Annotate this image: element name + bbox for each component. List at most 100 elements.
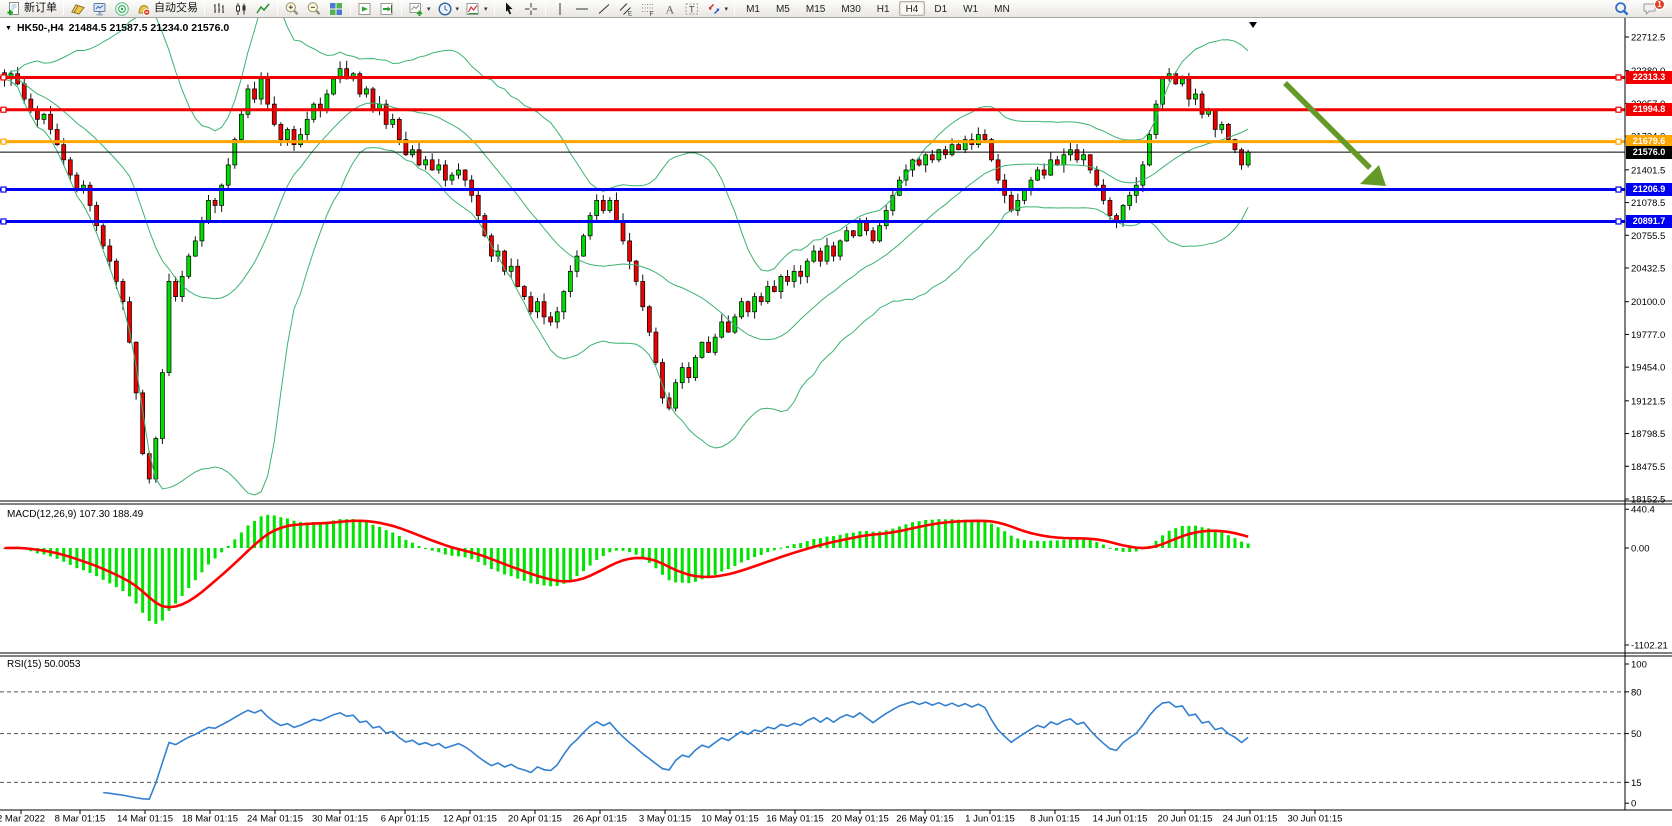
candlestick — [582, 236, 586, 256]
support-line-1-handle[interactable] — [1616, 187, 1621, 192]
crosshair-button[interactable] — [520, 0, 542, 17]
candlestick — [1193, 94, 1197, 99]
zoom-in-button[interactable] — [281, 0, 303, 17]
time-axis-label: 26 Apr 01:15 — [573, 814, 627, 825]
candlestick — [1101, 185, 1105, 200]
resistance-line-2-handle[interactable] — [1616, 107, 1621, 112]
chart-menu-icon[interactable]: ▼ — [5, 25, 12, 32]
zoom-out-button[interactable] — [303, 0, 325, 17]
trend-arrow[interactable] — [1285, 83, 1386, 186]
candlestick-chart-button[interactable] — [230, 0, 252, 17]
candlestick — [1180, 79, 1184, 84]
candlestick — [253, 89, 257, 99]
candlestick — [200, 221, 204, 241]
candlestick — [476, 195, 480, 215]
timeframe-m1[interactable]: M1 — [739, 1, 767, 16]
candlestick — [799, 271, 803, 276]
candlestick — [628, 241, 632, 261]
bar-chart-button[interactable] — [208, 0, 230, 17]
resistance-line-1-handle[interactable] — [1, 75, 6, 80]
time-axis-label: 20 Jun 01:15 — [1158, 814, 1213, 825]
resistance-line-2-label: 21994.8 — [1626, 103, 1672, 116]
chart-window-button[interactable] — [67, 0, 89, 17]
tile-windows-button[interactable] — [325, 0, 347, 17]
candlestick — [779, 276, 783, 291]
auto-scroll-icon — [357, 1, 373, 17]
time-axis-label: 16 May 01:15 — [766, 814, 824, 825]
support-line-2-handle[interactable] — [1616, 219, 1621, 224]
timeframe-d1[interactable]: D1 — [927, 1, 954, 16]
indicators-button[interactable]: ▾ — [462, 0, 491, 17]
pivot-line-handle[interactable] — [1, 139, 6, 144]
axis-tick-label: 21078.5 — [1631, 198, 1665, 209]
auto-scroll-button[interactable] — [354, 0, 376, 17]
candlestick — [68, 160, 72, 175]
candlestick — [832, 246, 836, 256]
arrows-icon — [706, 1, 722, 17]
pivot-line-handle[interactable] — [1616, 139, 1621, 144]
new-order-button[interactable]: 新订单 — [3, 0, 60, 17]
signals-button[interactable] — [111, 0, 133, 17]
time-axis-label: 24 Jun 01:15 — [1223, 814, 1278, 825]
horizontal-line-button[interactable] — [571, 0, 593, 17]
profiles-button[interactable]: ▾ — [434, 0, 463, 17]
candlestick — [332, 79, 336, 94]
chart-shift-button[interactable] — [376, 0, 398, 17]
new-chart-button[interactable]: ▾ — [405, 0, 434, 17]
label-button[interactable]: T — [681, 0, 703, 17]
timeframe-w1[interactable]: W1 — [956, 1, 985, 16]
time-axis-label: 14 Mar 01:15 — [117, 814, 173, 825]
time-axis[interactable]: 2 Mar 20228 Mar 01:1514 Mar 01:1518 Mar … — [0, 810, 1342, 825]
channel-button[interactable]: E — [615, 0, 637, 17]
text-button[interactable]: A — [659, 0, 681, 17]
timeframe-m15[interactable]: M15 — [799, 1, 832, 16]
candlestick — [259, 79, 263, 99]
chart-canvas[interactable]: 22712.522380.022057.021734.021401.521078… — [0, 0, 1672, 826]
cursor-button[interactable] — [498, 0, 520, 17]
time-axis-label: 30 Jun 01:15 — [1288, 814, 1343, 825]
candlestick — [700, 342, 704, 357]
candlestick — [549, 317, 553, 322]
timeframe-h1[interactable]: H1 — [870, 1, 897, 16]
timeframe-h4[interactable]: H4 — [899, 1, 926, 16]
resistance-line-2-handle[interactable] — [1, 107, 6, 112]
line-chart-icon — [255, 1, 271, 17]
fibonacci-button[interactable]: F — [637, 0, 659, 17]
candlestick — [535, 302, 539, 312]
candlestick — [707, 342, 711, 352]
notification-badge: 1 — [1654, 0, 1665, 10]
svg-text:E: E — [628, 11, 632, 17]
price-axis[interactable]: 22712.522380.022057.021734.021401.521078… — [0, 18, 1672, 810]
toolbar-separator — [63, 2, 64, 15]
candlestick — [312, 104, 316, 119]
autotrading-button[interactable]: 自动交易 — [133, 0, 201, 17]
monitor-icon — [92, 1, 108, 17]
gold-bar-icon — [70, 1, 86, 17]
macd-indicator-label: MACD(12,26,9) 107.30 188.49 — [7, 509, 143, 520]
resistance-line-1-handle[interactable] — [1616, 75, 1621, 80]
axis-tick-label: 80 — [1631, 687, 1642, 698]
timeframe-mn[interactable]: MN — [987, 1, 1017, 16]
label-icon: T — [684, 1, 700, 17]
candlestick — [1003, 180, 1007, 195]
axis-tick-label: 440.4 — [1631, 505, 1655, 516]
candlestick — [1213, 109, 1217, 129]
candlestick — [634, 261, 638, 281]
candlestick — [75, 175, 79, 190]
candlestick — [174, 281, 178, 296]
timeframe-m5[interactable]: M5 — [769, 1, 797, 16]
support-line-1-handle[interactable] — [1, 187, 6, 192]
metaeditor-button[interactable] — [89, 0, 111, 17]
candlestick — [266, 79, 270, 104]
support-line-2-handle[interactable] — [1, 219, 6, 224]
search-button[interactable] — [1611, 0, 1633, 17]
candlestick — [239, 114, 243, 139]
line-chart-button[interactable] — [252, 0, 274, 17]
vertical-line-button[interactable] — [549, 0, 571, 17]
trendline-button[interactable] — [593, 0, 615, 17]
notifications-button[interactable]: 1 — [1639, 0, 1661, 17]
candlestick — [364, 89, 368, 94]
bar-chart-icon — [211, 1, 227, 17]
timeframe-m30[interactable]: M30 — [834, 1, 867, 16]
arrows-button[interactable]: ▾ — [703, 0, 732, 17]
